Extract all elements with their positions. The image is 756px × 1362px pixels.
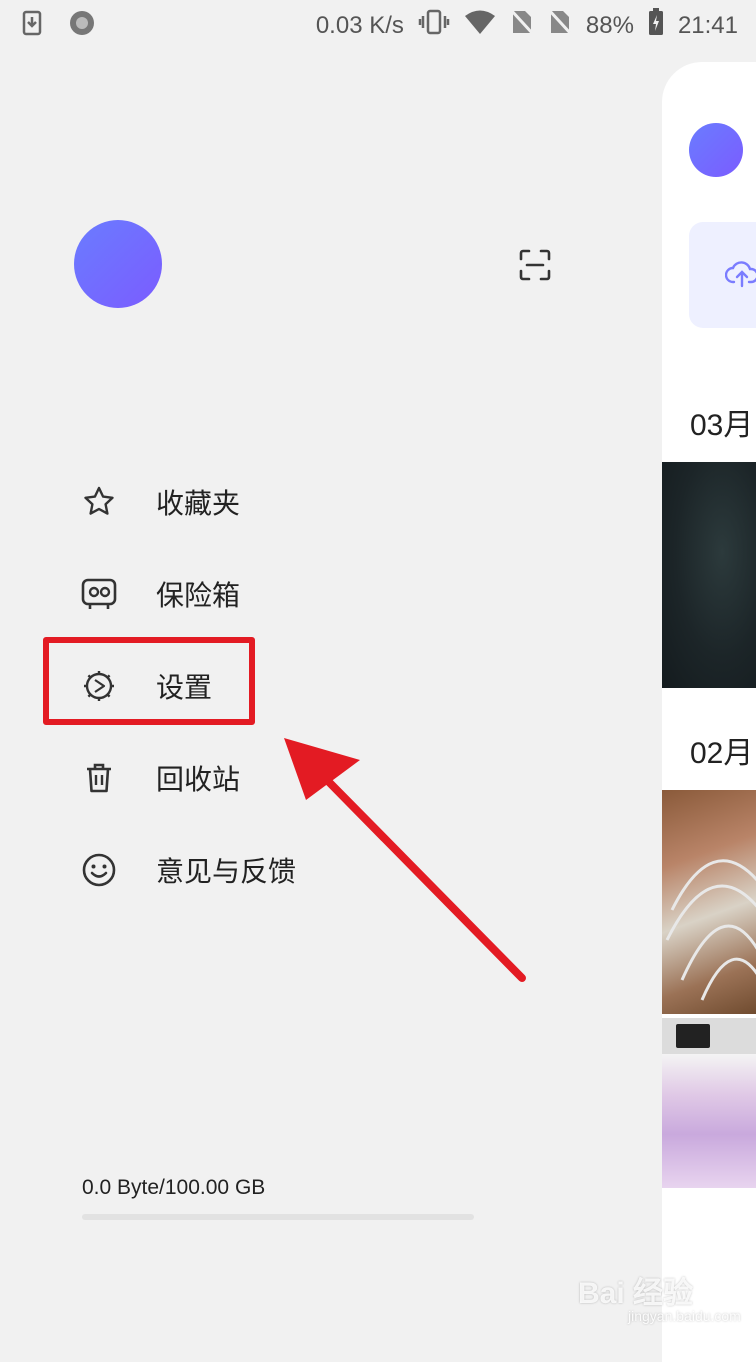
menu-item-favorites[interactable]: 收藏夹 bbox=[78, 456, 478, 548]
no-sim-icon bbox=[509, 8, 534, 42]
watermark-url: jingyan.baidu.com bbox=[628, 1308, 741, 1324]
safe-icon bbox=[78, 573, 120, 615]
photo-thumbnail[interactable] bbox=[662, 1054, 756, 1188]
user-avatar[interactable] bbox=[74, 220, 162, 308]
record-icon bbox=[68, 9, 96, 41]
camera-bump bbox=[676, 1024, 710, 1048]
menu-item-label: 保险箱 bbox=[156, 579, 241, 612]
wifi-icon bbox=[464, 9, 496, 42]
photo-thumbnail[interactable] bbox=[662, 462, 756, 688]
menu-item-feedback[interactable]: 意见与反馈 bbox=[78, 824, 478, 916]
date-header: 02月 bbox=[690, 737, 754, 770]
photo-thumbnail[interactable] bbox=[662, 790, 756, 1014]
avatar[interactable] bbox=[689, 123, 743, 177]
download-icon bbox=[22, 10, 42, 40]
menu-item-label: 回收站 bbox=[156, 763, 241, 796]
menu-item-safe[interactable]: 保险箱 bbox=[78, 548, 478, 640]
smile-icon bbox=[78, 849, 120, 891]
star-icon bbox=[78, 481, 120, 523]
cloud-upload-icon bbox=[724, 258, 756, 292]
scan-icon[interactable] bbox=[518, 248, 552, 282]
status-bar: 0.03 K/s 88% 21:41 bbox=[0, 0, 756, 46]
photo-thumbnail-strip bbox=[662, 1018, 756, 1054]
settings-highlight-box bbox=[43, 637, 255, 725]
clock: 21:41 bbox=[677, 11, 738, 39]
no-sim-icon bbox=[547, 8, 572, 42]
main-page-panel[interactable]: 03月 02月 bbox=[662, 62, 756, 1362]
menu-item-label: 意见与反馈 bbox=[156, 855, 297, 888]
battery-charging-icon bbox=[648, 8, 664, 43]
menu-item-recycle-bin[interactable]: 回收站 bbox=[78, 732, 478, 824]
battery-percent: 88% bbox=[585, 11, 634, 39]
net-speed: 0.03 K/s bbox=[315, 11, 404, 39]
date-header: 03月 bbox=[690, 409, 754, 442]
vibrate-icon bbox=[418, 9, 450, 42]
menu-item-label: 收藏夹 bbox=[156, 487, 241, 520]
storage-usage: 0.0 Byte/100.00 GB bbox=[82, 1176, 266, 1199]
trash-icon bbox=[78, 757, 120, 799]
upload-card[interactable] bbox=[689, 222, 756, 328]
watermark-logo: Bai 经验 bbox=[578, 1277, 694, 1310]
storage-progress-bar bbox=[82, 1214, 474, 1220]
